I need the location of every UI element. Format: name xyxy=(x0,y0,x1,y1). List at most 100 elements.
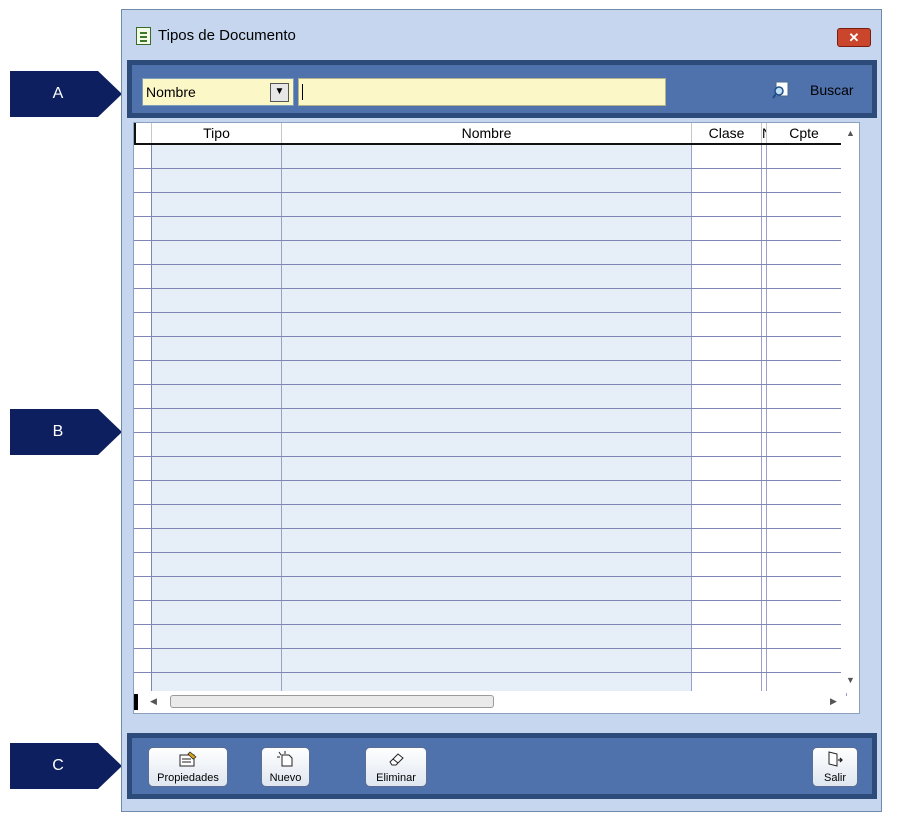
row-selector[interactable] xyxy=(134,649,152,672)
table-cell[interactable] xyxy=(767,481,847,504)
column-header-clase[interactable]: Clase xyxy=(692,123,762,143)
row-selector[interactable] xyxy=(134,145,152,168)
table-cell[interactable] xyxy=(767,649,847,672)
title-bar[interactable]: Tipos de Documento ✕ xyxy=(122,10,881,50)
table-cell[interactable] xyxy=(692,169,762,192)
scroll-down-icon[interactable]: ▼ xyxy=(846,675,855,685)
table-row[interactable] xyxy=(134,169,847,193)
scroll-left-icon[interactable]: ◀ xyxy=(150,696,157,707)
table-cell[interactable] xyxy=(152,337,282,360)
table-cell[interactable] xyxy=(692,193,762,216)
table-cell[interactable] xyxy=(692,625,762,648)
table-cell[interactable] xyxy=(767,385,847,408)
table-cell[interactable] xyxy=(767,217,847,240)
table-row[interactable] xyxy=(134,625,847,649)
table-row[interactable] xyxy=(134,601,847,625)
table-row[interactable] xyxy=(134,385,847,409)
table-row[interactable] xyxy=(134,529,847,553)
table-cell[interactable] xyxy=(152,313,282,336)
table-row[interactable] xyxy=(134,145,847,169)
table-cell[interactable] xyxy=(152,433,282,456)
table-cell[interactable] xyxy=(767,313,847,336)
table-cell[interactable] xyxy=(767,409,847,432)
table-cell[interactable] xyxy=(767,145,847,168)
row-selector[interactable] xyxy=(134,193,152,216)
table-cell[interactable] xyxy=(152,145,282,168)
table-cell[interactable] xyxy=(152,361,282,384)
table-row[interactable] xyxy=(134,577,847,601)
table-cell[interactable] xyxy=(767,337,847,360)
row-selector[interactable] xyxy=(134,625,152,648)
row-selector[interactable] xyxy=(134,217,152,240)
table-row[interactable] xyxy=(134,193,847,217)
chevron-down-icon[interactable]: ▼ xyxy=(270,83,289,102)
row-selector[interactable] xyxy=(134,481,152,504)
close-button[interactable]: ✕ xyxy=(837,28,871,47)
table-cell[interactable] xyxy=(767,601,847,624)
table-cell[interactable] xyxy=(692,337,762,360)
table-cell[interactable] xyxy=(692,145,762,168)
table-cell[interactable] xyxy=(282,649,692,672)
table-row[interactable] xyxy=(134,217,847,241)
table-row[interactable] xyxy=(134,313,847,337)
row-selector[interactable] xyxy=(134,505,152,528)
table-row[interactable] xyxy=(134,433,847,457)
table-cell[interactable] xyxy=(692,265,762,288)
table-cell[interactable] xyxy=(767,529,847,552)
table-cell[interactable] xyxy=(692,601,762,624)
table-cell[interactable] xyxy=(282,625,692,648)
table-row[interactable] xyxy=(134,649,847,673)
row-selector[interactable] xyxy=(134,577,152,600)
vertical-scrollbar[interactable]: ▲ ▼ xyxy=(841,123,859,693)
table-cell[interactable] xyxy=(152,625,282,648)
table-cell[interactable] xyxy=(152,385,282,408)
table-cell[interactable] xyxy=(152,601,282,624)
table-cell[interactable] xyxy=(282,577,692,600)
table-cell[interactable] xyxy=(282,361,692,384)
row-selector[interactable] xyxy=(134,337,152,360)
table-cell[interactable] xyxy=(152,169,282,192)
table-cell[interactable] xyxy=(767,361,847,384)
table-cell[interactable] xyxy=(692,505,762,528)
table-cell[interactable] xyxy=(767,289,847,312)
salir-button[interactable]: Salir xyxy=(812,747,858,787)
table-cell[interactable] xyxy=(282,313,692,336)
table-cell[interactable] xyxy=(282,409,692,432)
row-selector[interactable] xyxy=(134,553,152,576)
table-cell[interactable] xyxy=(152,217,282,240)
table-row[interactable] xyxy=(134,553,847,577)
row-selector[interactable] xyxy=(134,457,152,480)
table-cell[interactable] xyxy=(282,481,692,504)
table-cell[interactable] xyxy=(767,241,847,264)
scroll-up-icon[interactable]: ▲ xyxy=(846,128,855,138)
table-cell[interactable] xyxy=(767,457,847,480)
table-row[interactable] xyxy=(134,505,847,529)
table-cell[interactable] xyxy=(152,457,282,480)
table-cell[interactable] xyxy=(692,289,762,312)
table-cell[interactable] xyxy=(282,433,692,456)
table-row[interactable] xyxy=(134,289,847,313)
table-cell[interactable] xyxy=(282,289,692,312)
table-cell[interactable] xyxy=(767,433,847,456)
horizontal-scroll-thumb[interactable] xyxy=(170,695,494,708)
row-selector[interactable] xyxy=(134,241,152,264)
eliminar-button[interactable]: Eliminar xyxy=(365,747,427,787)
table-cell[interactable] xyxy=(692,457,762,480)
table-cell[interactable] xyxy=(767,577,847,600)
row-selector[interactable] xyxy=(134,385,152,408)
column-header-cpte[interactable]: Cpte xyxy=(767,123,842,143)
nuevo-button[interactable]: Nuevo xyxy=(261,747,310,787)
table-cell[interactable] xyxy=(152,481,282,504)
table-cell[interactable] xyxy=(692,481,762,504)
table-cell[interactable] xyxy=(282,193,692,216)
table-cell[interactable] xyxy=(282,217,692,240)
table-cell[interactable] xyxy=(767,193,847,216)
search-input[interactable] xyxy=(298,78,666,106)
table-cell[interactable] xyxy=(282,457,692,480)
table-cell[interactable] xyxy=(282,385,692,408)
table-cell[interactable] xyxy=(282,601,692,624)
row-selector[interactable] xyxy=(134,601,152,624)
table-row[interactable] xyxy=(134,241,847,265)
row-selector[interactable] xyxy=(134,169,152,192)
table-cell[interactable] xyxy=(692,409,762,432)
